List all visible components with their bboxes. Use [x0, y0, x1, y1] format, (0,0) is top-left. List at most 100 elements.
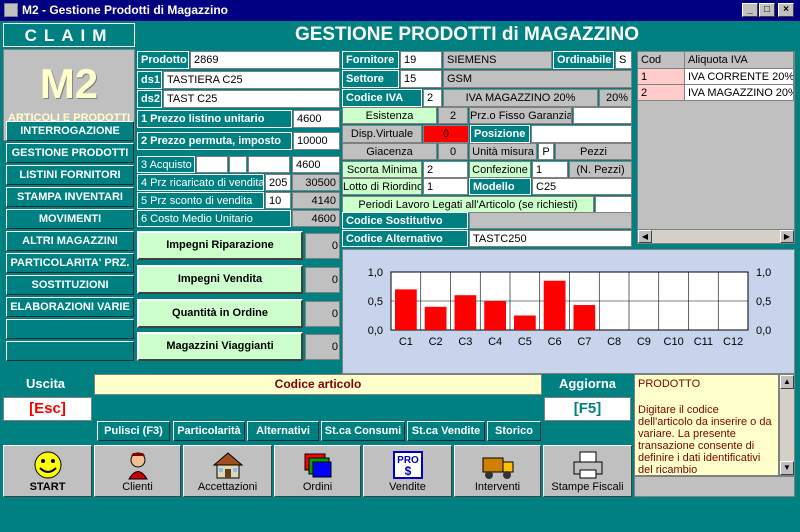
clienti-label: Clienti	[122, 481, 153, 493]
menu-item-4[interactable]: STAMPA INVENTARI	[6, 187, 134, 207]
alternativi-button[interactable]: Alternativi	[247, 421, 319, 441]
acquisto-field-a[interactable]	[196, 156, 228, 173]
ds2-field[interactable]: TAST C25	[163, 90, 340, 108]
iva-row-1-desc[interactable]: IVA CORRENTE 20%	[685, 69, 794, 85]
giacenza-label: Giacenza	[342, 143, 437, 160]
iva-table-hscrollbar[interactable]: ◀ ▶	[637, 229, 795, 244]
chart-bar	[543, 280, 566, 330]
chart-xtick: C2	[429, 336, 443, 348]
menu-item-7[interactable]: PARTICOLARITA' PRZ.	[6, 253, 134, 273]
scroll-up-icon[interactable]: ▲	[780, 375, 794, 389]
magazzini-viaggianti-value: 0	[305, 334, 340, 360]
chart-ytick-right: 0,5	[756, 296, 771, 308]
menu-item-3[interactable]: LISTINI FORNITORI	[6, 165, 134, 185]
page-title: GESTIONE PRODOTTI di MAGAZZINO	[137, 23, 797, 47]
prezzo-permuta-field[interactable]: 10000	[293, 132, 340, 150]
prz-fisso-field[interactable]	[573, 107, 632, 124]
chart-xtick: C7	[577, 336, 591, 348]
chart-xtick: C4	[488, 336, 502, 348]
quantita-ordine-value: 0	[305, 301, 340, 327]
toolbar-spacer	[634, 476, 795, 497]
storico-button[interactable]: Storico	[487, 421, 541, 441]
statistica-vendite-button[interactable]: St.ca Vendite	[407, 421, 485, 441]
scroll-left-icon[interactable]: ◀	[638, 230, 652, 243]
chart-bar	[454, 295, 477, 330]
disp-virtuale-label: Disp.Virtuale	[342, 125, 422, 143]
minimize-button[interactable]: _	[742, 3, 758, 17]
menu-item-empty	[6, 319, 134, 339]
prz-sconto-label: 5 Prz sconto di vendita	[137, 192, 264, 209]
impegni-riparazione-button[interactable]: Impegni Riparazione	[137, 231, 303, 260]
modello-field[interactable]: C25	[532, 178, 632, 195]
acquisto-value[interactable]: 4600	[292, 156, 340, 173]
maximize-button[interactable]: □	[759, 3, 775, 17]
lotto-field[interactable]: 1	[423, 178, 468, 195]
accettazioni-button[interactable]: Accettazioni	[183, 445, 272, 497]
prodotto-field[interactable]: 2869	[190, 51, 340, 69]
prodotto-label: Prodotto	[137, 51, 189, 69]
ds1-field[interactable]: TASTIERA C25	[163, 71, 340, 89]
lotto-label: Lotto di Riordino	[342, 178, 422, 195]
menu-item-5[interactable]: MOVIMENTI	[6, 209, 134, 229]
prezzo-listino-field[interactable]: 4600	[293, 110, 340, 128]
accettazioni-label: Accettazioni	[197, 481, 258, 493]
help-scrollbar[interactable]: ▲ ▼	[779, 374, 795, 476]
chart-ytick-left: 0,5	[368, 296, 383, 308]
posizione-field[interactable]	[531, 125, 632, 143]
codice-sostitutivo-label: Codice Sostitutivo	[342, 212, 468, 229]
esc-button[interactable]: [Esc]	[3, 397, 92, 421]
ordinabile-field[interactable]: S	[615, 51, 632, 69]
interventi-button[interactable]: Interventi	[454, 445, 541, 497]
confezione-field[interactable]: 1	[532, 161, 568, 178]
prz-sconto-pct[interactable]: 10	[265, 192, 291, 209]
acquisto-field-c[interactable]	[248, 156, 290, 173]
clienti-button[interactable]: Clienti	[94, 445, 181, 497]
codice-alternativo-field[interactable]: TASTC250	[469, 230, 632, 247]
scroll-down-icon[interactable]: ▼	[780, 461, 794, 475]
acquisto-field-b[interactable]	[229, 156, 247, 173]
menu-item-9[interactable]: ELABORAZIONI VARIE	[6, 297, 134, 317]
prz-ricaricato-value: 30500	[292, 174, 340, 191]
menu-item-1[interactable]: INTERROGAZIONE	[6, 121, 134, 141]
prezzo-permuta-label: 2 Prezzo permuta, imposto	[137, 132, 292, 150]
chart-ytick-left: 0,0	[368, 325, 383, 337]
fornitore-code[interactable]: 19	[400, 51, 442, 69]
particolarita-button[interactable]: Particolarità	[173, 421, 245, 441]
clienti-icon	[121, 450, 155, 480]
codice-iva-label: Codice IVA	[342, 89, 422, 107]
aggiorna-label: Aggiorna	[544, 374, 631, 394]
menu-item-6[interactable]: ALTRI MAGAZZINI	[6, 231, 134, 251]
start-button[interactable]: START	[3, 445, 92, 497]
help-text: Digitare il codice dell'articolo da inse…	[638, 404, 772, 476]
statistica-consumi-button[interactable]: St.ca Consumi	[321, 421, 405, 441]
codice-iva-field[interactable]: 2	[423, 89, 442, 107]
help-title: PRODOTTO	[638, 378, 701, 390]
unita-code[interactable]: P	[538, 143, 554, 160]
chart-xtick: C12	[723, 336, 743, 348]
ordini-icon	[301, 450, 335, 480]
menu-item-2[interactable]: GESTIONE PRODOTTI	[6, 143, 134, 163]
menu-item-8[interactable]: SOSTITUZIONI	[6, 275, 134, 295]
codice-articolo-label: Codice articolo	[94, 374, 542, 395]
periodi-field[interactable]	[595, 196, 632, 213]
quantita-ordine-button[interactable]: Quantità in Ordine	[137, 299, 303, 328]
iva-row-1-cod[interactable]: 1	[638, 69, 685, 85]
prezzo-listino-label: 1 Prezzo listino unitario	[137, 110, 292, 128]
f5-button[interactable]: [F5]	[544, 397, 631, 421]
close-button[interactable]: ×	[778, 3, 794, 17]
scorta-minima-field[interactable]: 2	[423, 161, 468, 178]
impegni-vendita-button[interactable]: Impegni Vendita	[137, 265, 303, 294]
stampe-fiscali-button[interactable]: Stampe Fiscali	[543, 445, 632, 497]
prz-ricaricato-pct[interactable]: 205	[265, 174, 291, 191]
settore-code[interactable]: 15	[400, 70, 442, 88]
stampe-fiscali-label: Stampe Fiscali	[551, 481, 624, 493]
iva-row-2-cod[interactable]: 2	[638, 85, 685, 101]
scroll-right-icon[interactable]: ▶	[780, 230, 794, 243]
ordini-button[interactable]: Ordini	[274, 445, 361, 497]
iva-desc: IVA MAGAZZINO 20%	[443, 89, 598, 107]
magazzini-viaggianti-button[interactable]: Magazzini Viaggianti	[137, 332, 303, 361]
pulisci-button[interactable]: Pulisci (F3)	[97, 421, 170, 441]
iva-row-2-desc[interactable]: IVA MAGAZZINO 20%	[685, 85, 794, 101]
vendite-button[interactable]: PRO $ Vendite	[363, 445, 452, 497]
window-titlebar: M2 - Gestione Prodotti di Magazzino _ □ …	[0, 0, 800, 21]
